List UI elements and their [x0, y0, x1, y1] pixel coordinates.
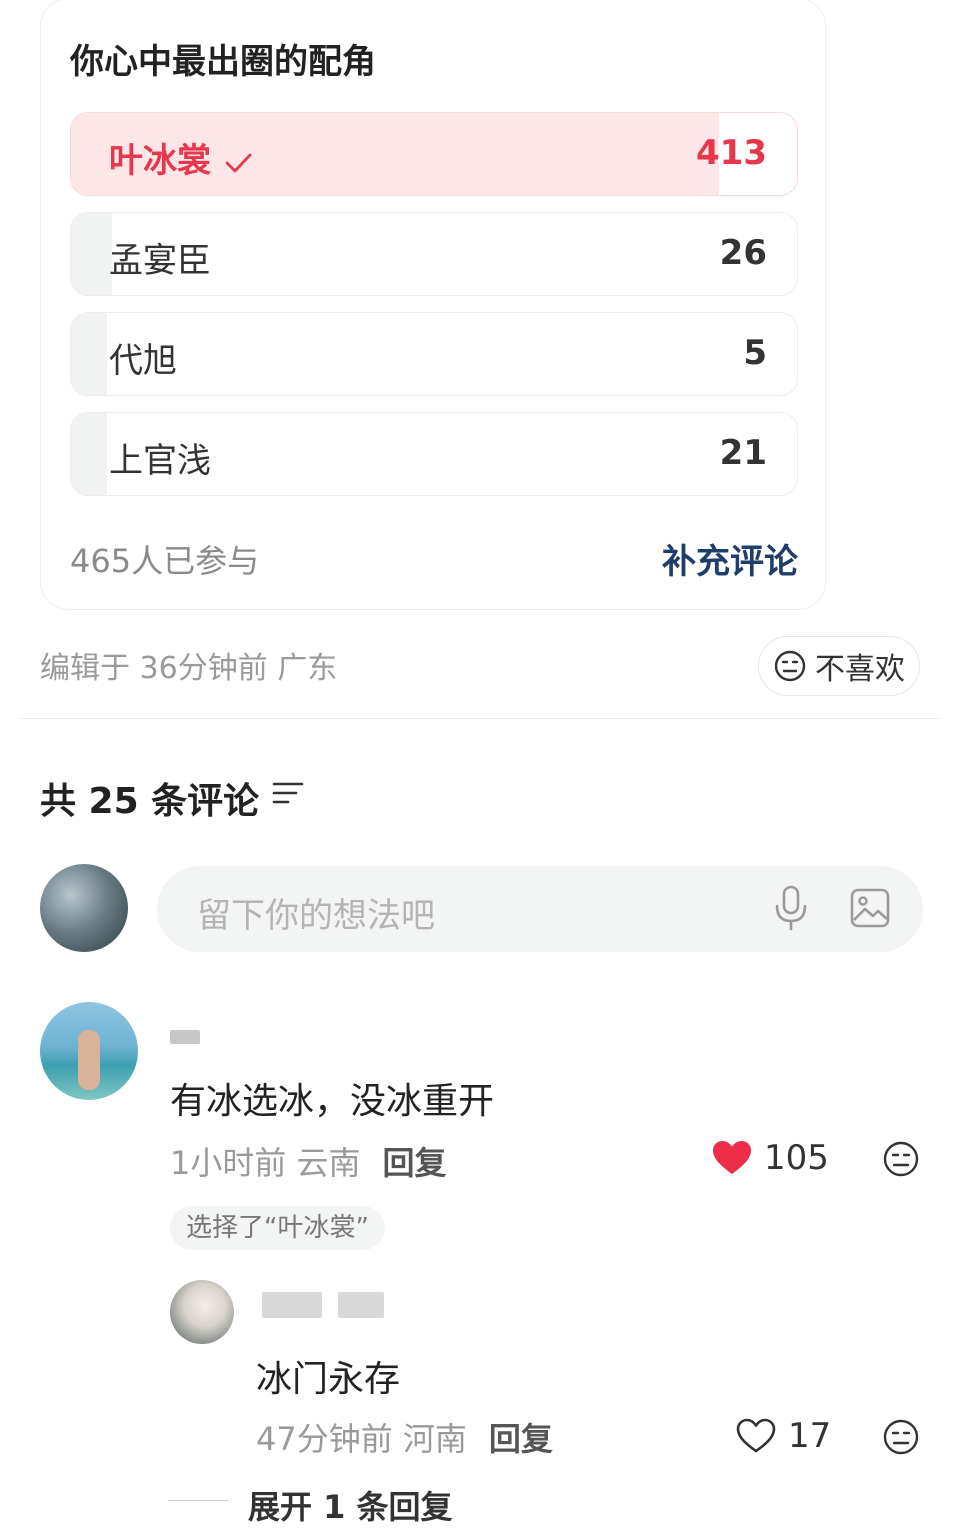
poll-participants: 465人已参与: [70, 542, 260, 580]
meh-face-icon: [774, 650, 806, 682]
poll-option-label: 代旭: [109, 341, 177, 381]
replier-avatar[interactable]: [170, 1280, 234, 1344]
poll-option-count: 5: [743, 333, 767, 373]
commenter-name-redacted[interactable]: [170, 1030, 200, 1044]
dislike-label: 不喜欢: [815, 652, 905, 687]
replier-tag-redacted: [338, 1292, 384, 1318]
reply-meta: 47分钟前 河南 回复: [256, 1414, 553, 1460]
poll-option-count: 26: [719, 233, 767, 273]
poll-option-count: 413: [696, 133, 767, 173]
comment-text: 有冰选冰，没冰重开: [170, 1081, 495, 1122]
poll-option-label: 叶冰裳: [109, 133, 253, 182]
poll-card: [40, 0, 826, 610]
poll-option-count: 21: [719, 433, 767, 473]
comment-input-placeholder: 留下你的想法吧: [197, 896, 435, 936]
image-icon[interactable]: [848, 886, 892, 930]
reply-button[interactable]: 回复: [489, 1420, 553, 1458]
add-comment-link[interactable]: 补充评论: [662, 534, 798, 583]
poll-option-label: 上官浅: [109, 441, 211, 481]
like-button[interactable]: 105: [712, 1138, 829, 1178]
poll-option-bar: [71, 413, 108, 495]
comment-meta: 1小时前 云南 回复: [170, 1138, 447, 1184]
poll-title: 你心中最出圈的配角: [70, 42, 376, 82]
post-edited-meta: 编辑于 36分钟前 广东: [40, 651, 338, 686]
comment-time-location: 1小时前 云南: [170, 1144, 361, 1182]
meh-face-icon[interactable]: [882, 1140, 920, 1178]
heart-filled-icon: [713, 1141, 751, 1174]
reply-text: 冰门永存: [256, 1359, 401, 1400]
commenter-avatar[interactable]: [40, 1002, 138, 1100]
expand-divider: [168, 1500, 228, 1501]
heart-outline-icon: [736, 1418, 776, 1453]
poll-option-bar: [71, 213, 112, 295]
poll-option-4[interactable]: 上官浅 21: [70, 412, 798, 496]
dislike-button[interactable]: 不喜欢: [758, 636, 920, 696]
divider: [20, 718, 942, 719]
poll-option-2[interactable]: 孟宴臣 26: [70, 212, 798, 296]
vote-choice-badge: 选择了“叶冰裳”: [170, 1206, 385, 1250]
check-icon: [225, 153, 252, 172]
poll-option-bar: [71, 313, 108, 395]
poll-option-1[interactable]: 叶冰裳 413: [70, 112, 798, 196]
meh-face-icon[interactable]: [882, 1418, 920, 1456]
like-count: 105: [764, 1138, 829, 1178]
reply-time-location: 47分钟前 河南: [256, 1420, 467, 1458]
comments-count: 共 25 条评论: [40, 781, 260, 822]
current-user-avatar[interactable]: [40, 864, 128, 952]
reply-button[interactable]: 回复: [383, 1144, 447, 1182]
microphone-icon[interactable]: [772, 884, 810, 932]
poll-option-label: 孟宴臣: [109, 241, 211, 281]
like-count: 17: [788, 1416, 832, 1456]
poll-option-3[interactable]: 代旭 5: [70, 312, 798, 396]
expand-replies-button[interactable]: 展开 1 条回复: [248, 1482, 453, 1528]
filter-icon[interactable]: [272, 780, 304, 808]
like-button[interactable]: 17: [736, 1416, 831, 1456]
replier-name-redacted[interactable]: [262, 1292, 322, 1318]
